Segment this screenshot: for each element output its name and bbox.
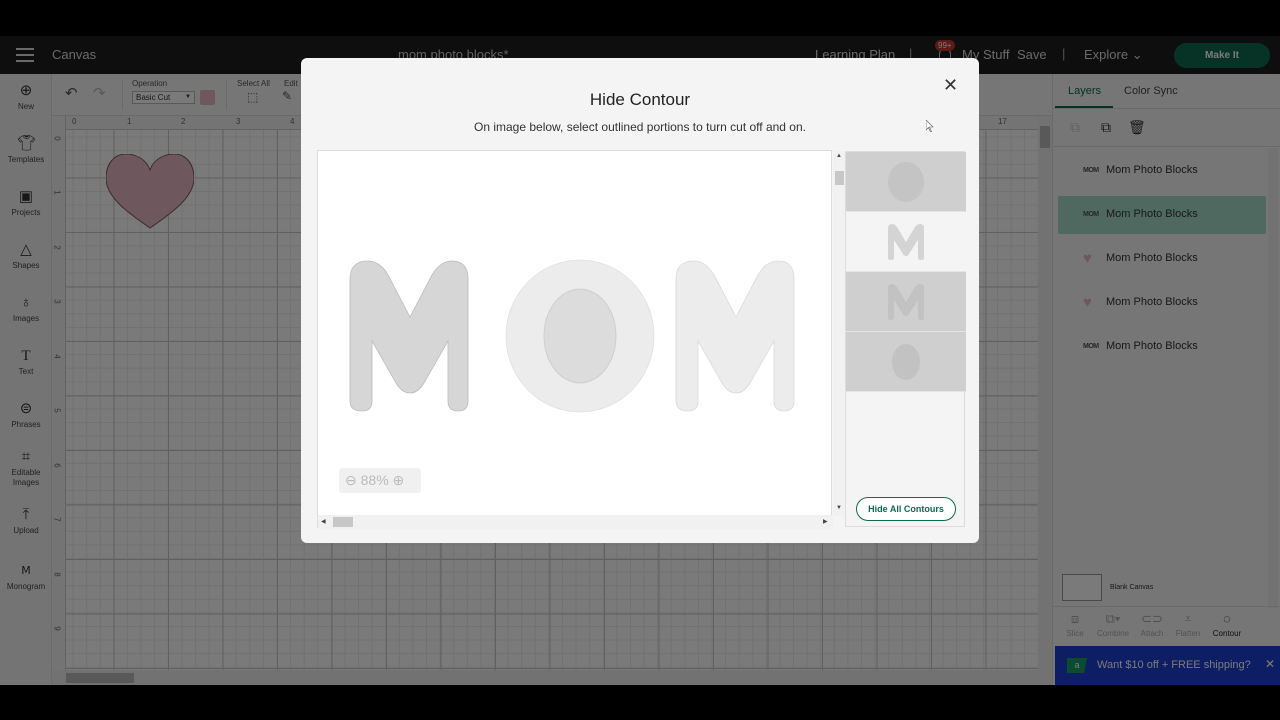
part-m-thumb [888,284,924,320]
zoom-in-icon[interactable]: ⊕ [393,472,405,488]
part-o-inner-thumb [888,162,924,202]
preview-zoom-control: ⊖ 88% ⊕ [339,468,421,493]
contour-part-m2 [675,260,795,412]
scroll-up-arrow[interactable]: ▲ [836,153,842,159]
letterbox-top [0,0,1280,36]
scroll-left-arrow[interactable]: ◀ [321,518,326,525]
contour-part-m1 [349,260,469,412]
zoom-out-icon[interactable]: ⊖ [345,472,357,488]
zoom-level: 88% [360,472,389,488]
contour-part-item[interactable] [846,212,966,272]
preview-horizontal-scrollbar[interactable]: ◀ ▶ [318,515,833,529]
part-m-thumb [888,224,924,260]
letterbox-bottom [0,685,1280,720]
contour-preview[interactable]: ⊖ 88% ⊕ ▲ ▼ ◀ ▶ [317,150,846,529]
dialog-instructions: On image below, select outlined portions… [474,120,806,134]
mouse-cursor-icon [926,120,934,132]
scroll-down-arrow[interactable]: ▼ [836,505,842,511]
contour-part-o-inner [543,288,617,384]
contour-part-item[interactable] [846,332,966,392]
dialog-title: Hide Contour [589,90,691,109]
contour-part-item[interactable] [846,272,966,332]
contour-part-item[interactable] [846,152,966,212]
close-icon[interactable]: ✕ [943,76,958,94]
scroll-right-arrow[interactable]: ▶ [823,518,828,525]
mom-preview-image [349,259,795,413]
hide-all-contours-button[interactable]: Hide All Contours [856,497,956,521]
part-o-thumb [892,344,920,380]
contour-parts-list: Hide All Contours [845,151,966,527]
scroll-thumb[interactable] [333,517,353,527]
hide-contour-dialog: Hide Contour On image below, select outl… [301,58,979,543]
scroll-thumb[interactable] [835,171,844,185]
